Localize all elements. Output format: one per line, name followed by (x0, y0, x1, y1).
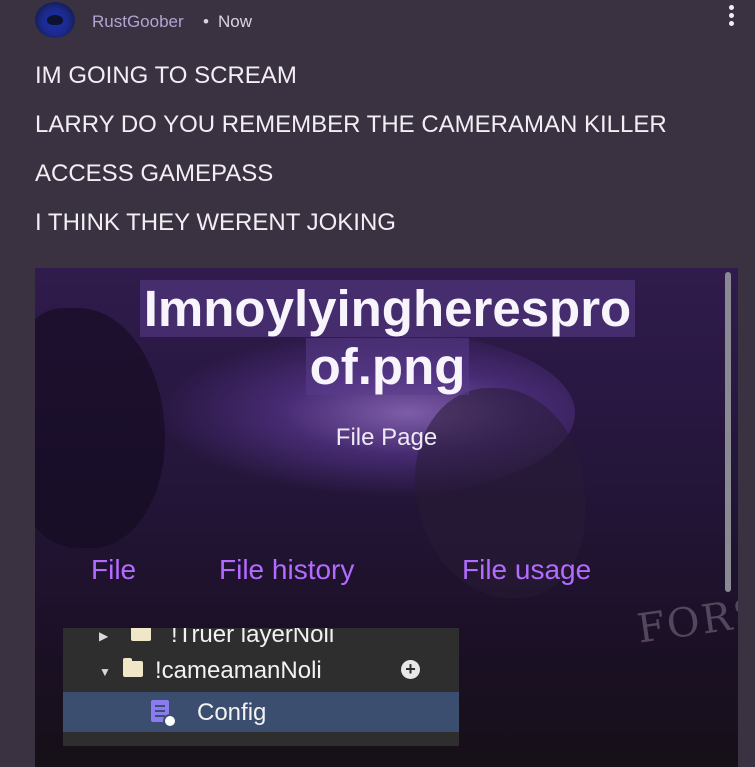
more-options-icon[interactable] (729, 5, 735, 29)
post-body: IM GOING TO SCREAM LARRY DO YOU REMEMBER… (35, 64, 745, 260)
plus-circle-icon[interactable]: + (401, 660, 420, 679)
chevron-down-icon[interactable]: ▼ (99, 665, 111, 679)
tab-file-history[interactable]: File history (219, 554, 354, 586)
explorer-row-label: !Truer layerNoli (171, 628, 335, 648)
file-title-line: of.png (305, 338, 470, 395)
embedded-screenshot[interactable]: Imnoylyingherespro of.png File Page File… (35, 268, 738, 767)
explorer-row-selected[interactable]: Config (63, 692, 459, 732)
username-link[interactable]: RustGoober (92, 12, 184, 32)
post-line: ACCESS GAMEPASS (35, 160, 274, 187)
tab-file[interactable]: File (91, 554, 136, 586)
explorer-row-label: !cameamanNoli (155, 657, 322, 684)
explorer-row-partial (63, 736, 459, 746)
tab-file-usage[interactable]: File usage (462, 554, 591, 586)
folder-icon (123, 658, 143, 677)
file-page-subtitle: File Page (335, 424, 438, 451)
file-title-line: Imnoylyingherespro (139, 280, 636, 337)
folder-icon (131, 628, 151, 641)
separator-dot: • (203, 12, 209, 31)
avatar[interactable] (35, 2, 75, 38)
avatar-figure-icon (47, 15, 63, 25)
file-title: Imnoylyingherespro of.png (75, 280, 700, 396)
post-line: LARRY DO YOU REMEMBER THE CAMERAMAN KILL… (35, 111, 667, 138)
post-line: IM GOING TO SCREAM (35, 62, 297, 89)
explorer-panel: ▶ !Truer layerNoli ▼ !cameamanNoli + Con… (63, 628, 459, 746)
explorer-row[interactable]: ▼ !cameamanNoli + (63, 650, 459, 690)
config-gear-icon (163, 714, 177, 728)
post-line: I THINK THEY WERENT JOKING (35, 209, 396, 236)
post-timestamp: Now (218, 12, 253, 31)
watermark-logo: FORS (634, 589, 738, 653)
chevron-right-icon[interactable]: ▶ (99, 629, 108, 643)
post-header: RustGoober • Now (0, 0, 755, 46)
explorer-row-label: Config (197, 699, 267, 726)
